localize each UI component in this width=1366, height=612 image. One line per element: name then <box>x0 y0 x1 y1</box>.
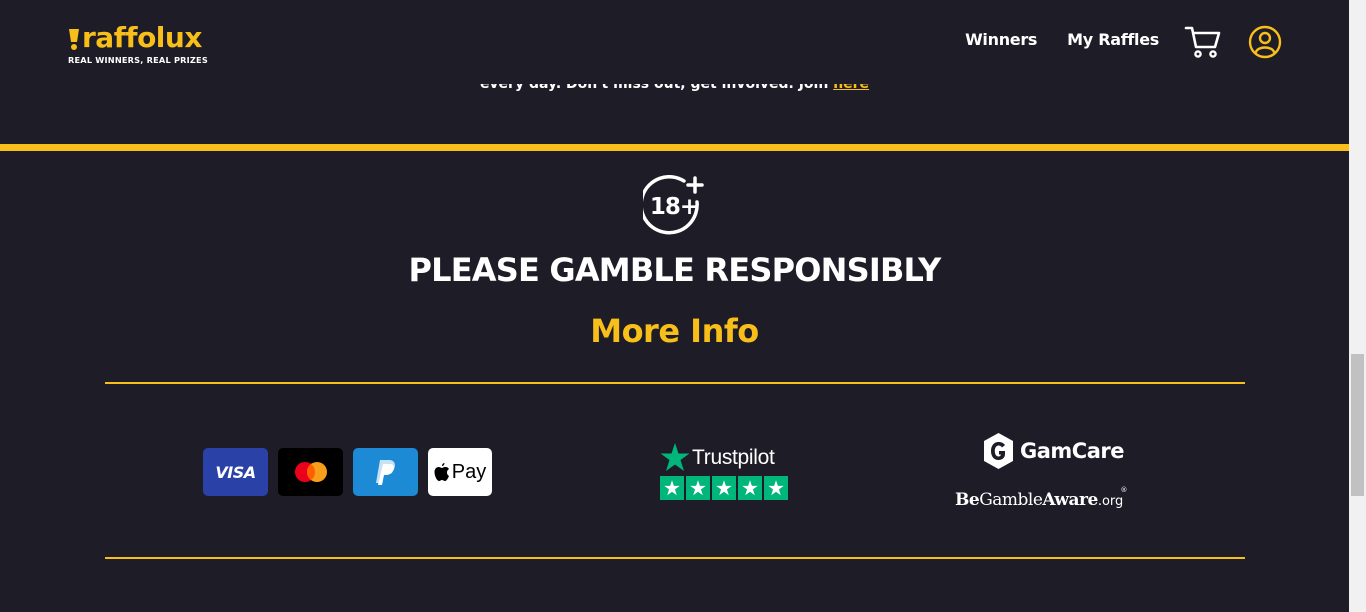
registered-mark: ® <box>1120 486 1128 494</box>
age-18-plus-icon: 18+ <box>643 175 704 235</box>
gamcare-logo[interactable]: GamCare <box>982 432 1124 470</box>
logo-tagline: REAL WINNERS, REAL PRIZES <box>68 55 208 65</box>
nav-winners[interactable]: Winners <box>965 30 1037 49</box>
age-badge-text: 18+ <box>650 194 698 220</box>
payment-methods: VISA Pay <box>203 448 492 496</box>
rating-star-icon <box>686 476 710 500</box>
bga-be: Be <box>955 490 980 510</box>
paypal-card <box>353 448 418 496</box>
mastercard-card <box>278 448 343 496</box>
visa-card: VISA <box>203 448 268 496</box>
gamcare-label: GamCare <box>1020 439 1124 463</box>
logo-mark-icon <box>69 29 79 50</box>
logo-wordmark: raffolux <box>68 24 208 52</box>
trustpilot-label: Trustpilot <box>692 445 775 469</box>
visa-label: VISA <box>215 462 256 482</box>
mastercard-icon <box>294 462 327 482</box>
rating-star-icon <box>738 476 762 500</box>
shopping-cart-icon[interactable] <box>1184 24 1222 60</box>
apple-pay-card: Pay <box>428 448 492 496</box>
bga-org: .org <box>1097 494 1124 509</box>
promo-text: every day. Don't miss out, get involved.… <box>0 84 1349 100</box>
promo-join-link[interactable]: here <box>833 84 869 92</box>
nav-my-raffles[interactable]: My Raffles <box>1067 30 1159 49</box>
more-info-link[interactable]: More Info <box>0 312 1349 350</box>
apple-pay-label: Pay <box>451 460 487 483</box>
trustpilot-widget[interactable]: Trustpilot <box>660 443 788 500</box>
raffolux-logo[interactable]: raffolux REAL WINNERS, REAL PRIZES <box>68 24 208 66</box>
bga-aware: Aware <box>1042 490 1098 510</box>
trustpilot-header: Trustpilot <box>660 443 788 472</box>
paypal-icon <box>375 460 395 485</box>
footer-rule-bottom <box>105 557 1245 559</box>
rating-star-icon <box>712 476 736 500</box>
trustpilot-rating <box>660 476 788 500</box>
logo-text: raffolux <box>82 21 202 54</box>
user-account-icon[interactable] <box>1248 25 1282 59</box>
trustpilot-star-icon <box>660 443 690 471</box>
site-header: raffolux REAL WINNERS, REAL PRIZES Winne… <box>0 0 1349 84</box>
main-nav: Winners My Raffles <box>965 30 1159 49</box>
apple-icon <box>434 463 449 481</box>
section-divider <box>0 144 1349 151</box>
scrollbar-thumb[interactable] <box>1351 354 1364 496</box>
page-scrollbar[interactable] <box>1349 0 1366 612</box>
gamcare-g-icon <box>984 433 1013 469</box>
begambleaware-logo[interactable]: BeGambleAware.org ® <box>955 486 1127 510</box>
rating-star-icon <box>660 476 684 500</box>
rating-star-icon <box>764 476 788 500</box>
footer-rule-top <box>105 382 1245 384</box>
bga-gamble: Gamble <box>979 490 1043 510</box>
promo-body: every day. Don't miss out, get involved.… <box>479 84 834 92</box>
gamble-responsibly-heading: PLEASE GAMBLE RESPONSIBLY <box>408 251 941 289</box>
